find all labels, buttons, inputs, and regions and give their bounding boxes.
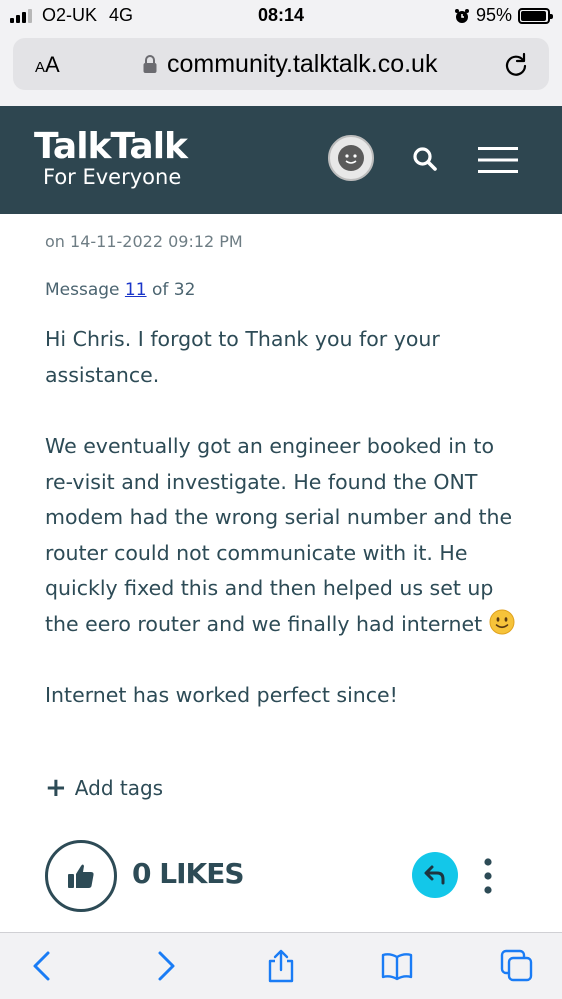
lock-icon — [143, 55, 157, 73]
post-body: Hi Chris. I forgot to Thank you for your… — [45, 322, 525, 750]
logo-wordmark[interactable]: TalkTalk — [34, 126, 188, 167]
hamburger-menu-icon[interactable] — [478, 146, 518, 174]
search-icon[interactable] — [412, 146, 438, 172]
url-text[interactable]: community.talktalk.co.uk — [167, 50, 437, 79]
message-count: Message 11 of 32 — [45, 280, 195, 300]
like-button[interactable] — [45, 840, 117, 912]
message-prefix: Message — [45, 280, 120, 300]
reload-icon[interactable] — [503, 51, 529, 77]
text-size-button[interactable]: AA — [35, 52, 60, 78]
slightly-smiling-face-icon — [489, 609, 515, 634]
forward-icon[interactable] — [148, 949, 182, 983]
tabs-icon[interactable] — [500, 949, 534, 983]
browser-top-bar: AA community.talktalk.co.uk — [0, 32, 562, 106]
more-options-icon[interactable] — [478, 856, 498, 896]
post-paragraph: Hi Chris. I forgot to Thank you for your… — [45, 327, 440, 387]
address-bar[interactable]: AA community.talktalk.co.uk — [13, 38, 549, 90]
likes-count: 0 LIKES — [132, 857, 244, 890]
post-date: on 14-11-2022 09:12 PM — [45, 232, 243, 251]
message-number-link[interactable]: 11 — [125, 280, 147, 300]
battery-fill — [521, 10, 546, 21]
plus-icon: + — [45, 773, 67, 803]
reply-arrow-icon — [424, 865, 445, 885]
post-paragraph: We eventually got an engineer booked in … — [45, 429, 525, 642]
battery-icon — [518, 7, 553, 24]
logo-tagline: For Everyone — [43, 165, 182, 189]
post-paragraph: Internet has worked perfect since! — [45, 683, 398, 707]
back-icon[interactable] — [26, 949, 60, 983]
add-tags-button[interactable]: + Add tags — [45, 773, 164, 803]
status-bar: O2-UK 4G 08:14 95% — [0, 0, 562, 32]
share-icon[interactable] — [264, 949, 298, 983]
site-header: TalkTalk For Everyone — [0, 106, 562, 214]
post-paragraph-text: We eventually got an engineer booked in … — [45, 434, 513, 636]
thumbs-up-icon — [68, 864, 94, 888]
message-suffix: of 32 — [151, 280, 196, 300]
add-tags-label: Add tags — [74, 776, 164, 800]
status-right: 95% — [454, 5, 553, 26]
battery-percent: 95% — [475, 5, 512, 25]
browser-toolbar — [0, 932, 562, 999]
user-avatar[interactable] — [328, 135, 374, 181]
reply-button[interactable] — [412, 852, 458, 898]
alarm-icon — [454, 8, 469, 23]
avatar-face-icon — [338, 145, 364, 171]
bookmarks-icon[interactable] — [380, 949, 414, 983]
